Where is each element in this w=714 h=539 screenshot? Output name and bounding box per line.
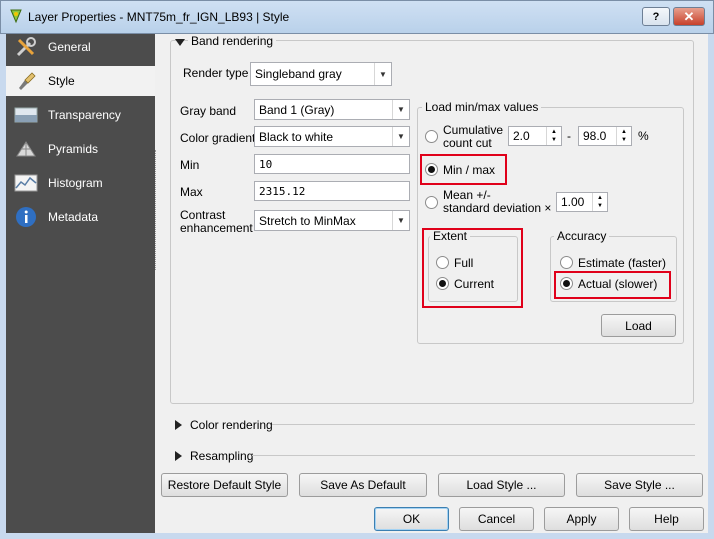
window-frame-bottom [0,533,714,539]
load-style-button[interactable]: Load Style ... [438,473,565,497]
chevron-down-icon: ▼ [374,63,391,85]
pyramid-icon [14,138,38,160]
window-title: Layer Properties - MNT75m_fr_IGN_LB93 | … [28,10,290,24]
expand-triangle-icon[interactable] [175,420,183,430]
color-gradient-value: Black to white [259,129,334,144]
sidebar-item-transparency[interactable]: Transparency [6,100,155,130]
sidebar-item-pyramids[interactable]: Pyramids [6,134,155,164]
close-icon: ✕ [683,8,695,24]
contrast-enhancement-label: Contrast enhancement [180,209,253,235]
color-gradient-label: Color gradient [180,131,256,145]
cumulative-low-spinbox[interactable]: 2.0 ▲ ▼ [508,126,562,146]
cumulative-high-value: 98.0 [583,129,607,143]
contrast-label-line2: enhancement [180,221,253,235]
accuracy-estimate-label: Estimate (faster) [578,256,667,270]
accuracy-actual-label: Actual (slower) [578,277,658,291]
min-label: Min [180,158,200,172]
band-rendering-title: Band rendering [188,34,277,48]
minmax-radio[interactable] [425,163,438,176]
sidebar-item-label: Pyramids [48,142,99,156]
save-style-button[interactable]: Save Style ... [576,473,703,497]
sidebar-item-metadata[interactable]: Metadata [6,202,155,232]
range-dash: - [567,129,571,143]
restore-default-style-button[interactable]: Restore Default Style [161,473,288,497]
stddev-value: 1.00 [561,195,585,209]
info-icon [14,206,38,228]
sidebar-item-label: Histogram [48,176,103,190]
minmax-label: Min / max [443,163,496,177]
spin-arrows-icon[interactable]: ▲ ▼ [616,127,631,145]
render-type-select[interactable]: Singleband gray ▼ [250,62,392,86]
mean-stddev-label: Mean +/- standard deviation × [443,189,551,215]
transparency-icon [14,104,38,126]
apply-button[interactable]: Apply [544,507,619,531]
qgis-app-icon [8,8,24,24]
gray-band-value: Band 1 (Gray) [259,102,335,117]
cumulative-label-line2: count cut [443,136,492,150]
sidebar-item-style[interactable]: Style [6,66,155,96]
sidebar-item-label: Style [48,74,75,88]
contrast-enhancement-value: Stretch to MinMax [259,213,356,228]
accuracy-actual-radio[interactable] [560,277,573,290]
sidebar-item-label: Transparency [48,108,121,122]
accuracy-title: Accuracy [554,229,610,243]
cumulative-high-spinbox[interactable]: 98.0 ▲ ▼ [578,126,632,146]
help-button[interactable]: Help [629,507,704,531]
stddev-spinbox[interactable]: 1.00 ▲ ▼ [556,192,608,212]
histogram-icon [14,172,38,194]
section-divider [252,455,695,456]
render-type-value: Singleband gray [255,67,342,81]
load-button[interactable]: Load [601,314,676,337]
sidebar-item-histogram[interactable]: Histogram [6,168,155,198]
gray-band-select[interactable]: Band 1 (Gray) ▼ [254,99,410,120]
chevron-down-icon: ▼ [392,211,409,230]
render-type-label: Render type [183,66,249,80]
sidebar-item-label: Metadata [48,210,99,224]
cancel-button[interactable]: Cancel [459,507,534,531]
section-divider [272,424,695,425]
wrench-screwdriver-icon [14,36,38,58]
chevron-down-icon: ▼ [392,100,409,119]
collapse-triangle-icon[interactable] [174,37,186,47]
gray-band-label: Gray band [180,104,237,118]
expand-triangle-icon[interactable] [175,451,183,461]
window-frame-right [708,34,714,539]
sidebar-item-label: General [48,40,91,54]
resampling-section[interactable]: Resampling [190,449,253,463]
max-label: Max [180,185,203,199]
splitter-handle[interactable] [155,150,159,270]
close-button[interactable]: ✕ [673,7,705,26]
min-input[interactable]: 10 [254,154,410,174]
extent-highlight-box [422,228,523,308]
question-icon: ? [652,10,660,23]
mean-label-line2: standard deviation × [443,201,552,215]
max-input[interactable]: 2315.12 [254,181,410,201]
color-gradient-select[interactable]: Black to white ▼ [254,126,410,147]
paintbrush-icon [14,70,38,92]
chevron-down-icon: ▼ [392,127,409,146]
spin-arrows-icon[interactable]: ▲ ▼ [592,193,607,211]
spin-arrows-icon[interactable]: ▲ ▼ [546,127,561,145]
save-as-default-button[interactable]: Save As Default [299,473,427,497]
help-title-button[interactable]: ? [642,7,670,26]
color-rendering-section[interactable]: Color rendering [190,418,273,432]
cumulative-low-value: 2.0 [513,129,530,143]
accuracy-estimate-radio[interactable] [560,256,573,269]
cumulative-count-radio[interactable] [425,130,438,143]
ok-button[interactable]: OK [374,507,449,531]
percent-sign: % [638,129,649,143]
cumulative-count-label: Cumulative count cut [443,124,503,150]
mean-stddev-radio[interactable] [425,196,438,209]
load-minmax-title: Load min/max values [422,100,542,114]
sidebar-item-general[interactable]: General [6,32,155,62]
contrast-enhancement-select[interactable]: Stretch to MinMax ▼ [254,210,410,231]
